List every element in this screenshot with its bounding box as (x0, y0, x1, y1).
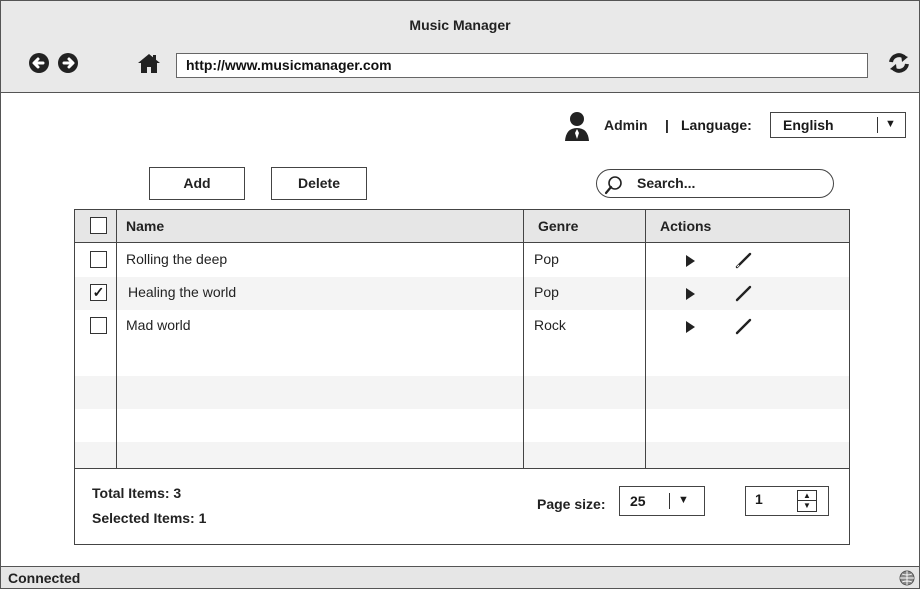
increment-icon[interactable]: ▲ (798, 491, 816, 501)
song-name: Healing the world (128, 284, 237, 300)
page-number-stepper[interactable]: 1 ▲ ▼ (745, 486, 829, 516)
chevron-down-icon: ▼ (885, 118, 896, 130)
column-divider (645, 210, 646, 468)
play-icon[interactable] (684, 287, 696, 301)
search-icon (604, 176, 622, 195)
delete-button[interactable]: Delete (271, 167, 367, 200)
decrement-icon[interactable]: ▼ (798, 501, 816, 511)
user-icon (565, 112, 589, 141)
page-size-value: 25 (630, 493, 646, 509)
song-name: Rolling the deep (126, 251, 228, 267)
song-genre: Rock (534, 317, 566, 333)
selected-items: Selected Items: 1 (92, 510, 207, 526)
empty-row (75, 343, 849, 376)
page-size-label: Page size: (537, 496, 606, 512)
add-button[interactable]: Add (149, 167, 245, 200)
table-header: Name Genre Actions (75, 210, 849, 243)
play-icon[interactable] (684, 254, 696, 268)
empty-row (75, 442, 849, 468)
edit-icon[interactable] (735, 251, 753, 269)
user-name[interactable]: Admin (604, 117, 648, 133)
refresh-icon[interactable] (886, 52, 912, 74)
column-header-actions: Actions (660, 218, 712, 234)
page-size-select[interactable]: 25 ▼ (619, 486, 705, 516)
song-name: Mad world (126, 317, 191, 333)
table-row[interactable]: ✓ Healing the world Pop (75, 277, 849, 310)
column-divider (523, 210, 524, 468)
page-number-value: 1 (755, 491, 763, 507)
column-divider (116, 210, 117, 468)
empty-row (75, 376, 849, 409)
search-input[interactable]: Search... (596, 169, 834, 198)
search-placeholder: Search... (637, 175, 696, 191)
edit-icon[interactable] (735, 317, 753, 335)
globe-icon (899, 570, 915, 586)
language-value: English (783, 117, 834, 133)
address-bar[interactable]: http://www.musicmanager.com (176, 53, 868, 78)
songs-table: Name Genre Actions Rolling the deep Pop … (74, 209, 850, 545)
select-divider (669, 493, 670, 509)
language-select[interactable]: English ▼ (770, 112, 906, 138)
status-bar: Connected (1, 566, 919, 588)
song-genre: Pop (534, 251, 559, 267)
app-window: Music Manager http://www.musicmanager.co… (0, 0, 920, 589)
song-genre: Pop (534, 284, 559, 300)
select-all-checkbox[interactable] (90, 217, 107, 234)
total-items: Total Items: 3 (92, 485, 182, 501)
back-icon[interactable] (28, 52, 50, 74)
select-divider (877, 117, 878, 133)
empty-row (75, 409, 849, 442)
table-row[interactable]: Mad world Rock (75, 310, 849, 343)
edit-icon[interactable] (735, 284, 753, 302)
forward-icon[interactable] (57, 52, 79, 74)
table-row[interactable]: Rolling the deep Pop (75, 244, 849, 277)
header-separator: | (665, 117, 669, 133)
column-header-name[interactable]: Name (126, 218, 164, 234)
row-checkbox[interactable]: ✓ (90, 284, 107, 301)
connection-status: Connected (8, 570, 81, 586)
window-title: Music Manager (409, 17, 511, 33)
chevron-down-icon: ▼ (678, 494, 689, 506)
language-label: Language: (681, 117, 752, 133)
home-icon[interactable] (137, 52, 161, 74)
browser-toolbar: Music Manager http://www.musicmanager.co… (1, 1, 919, 93)
column-header-genre[interactable]: Genre (538, 218, 578, 234)
row-checkbox[interactable] (90, 251, 107, 268)
page-spinner[interactable]: ▲ ▼ (797, 490, 817, 512)
row-checkbox[interactable] (90, 317, 107, 334)
table-footer-divider (75, 468, 849, 469)
play-icon[interactable] (684, 320, 696, 334)
